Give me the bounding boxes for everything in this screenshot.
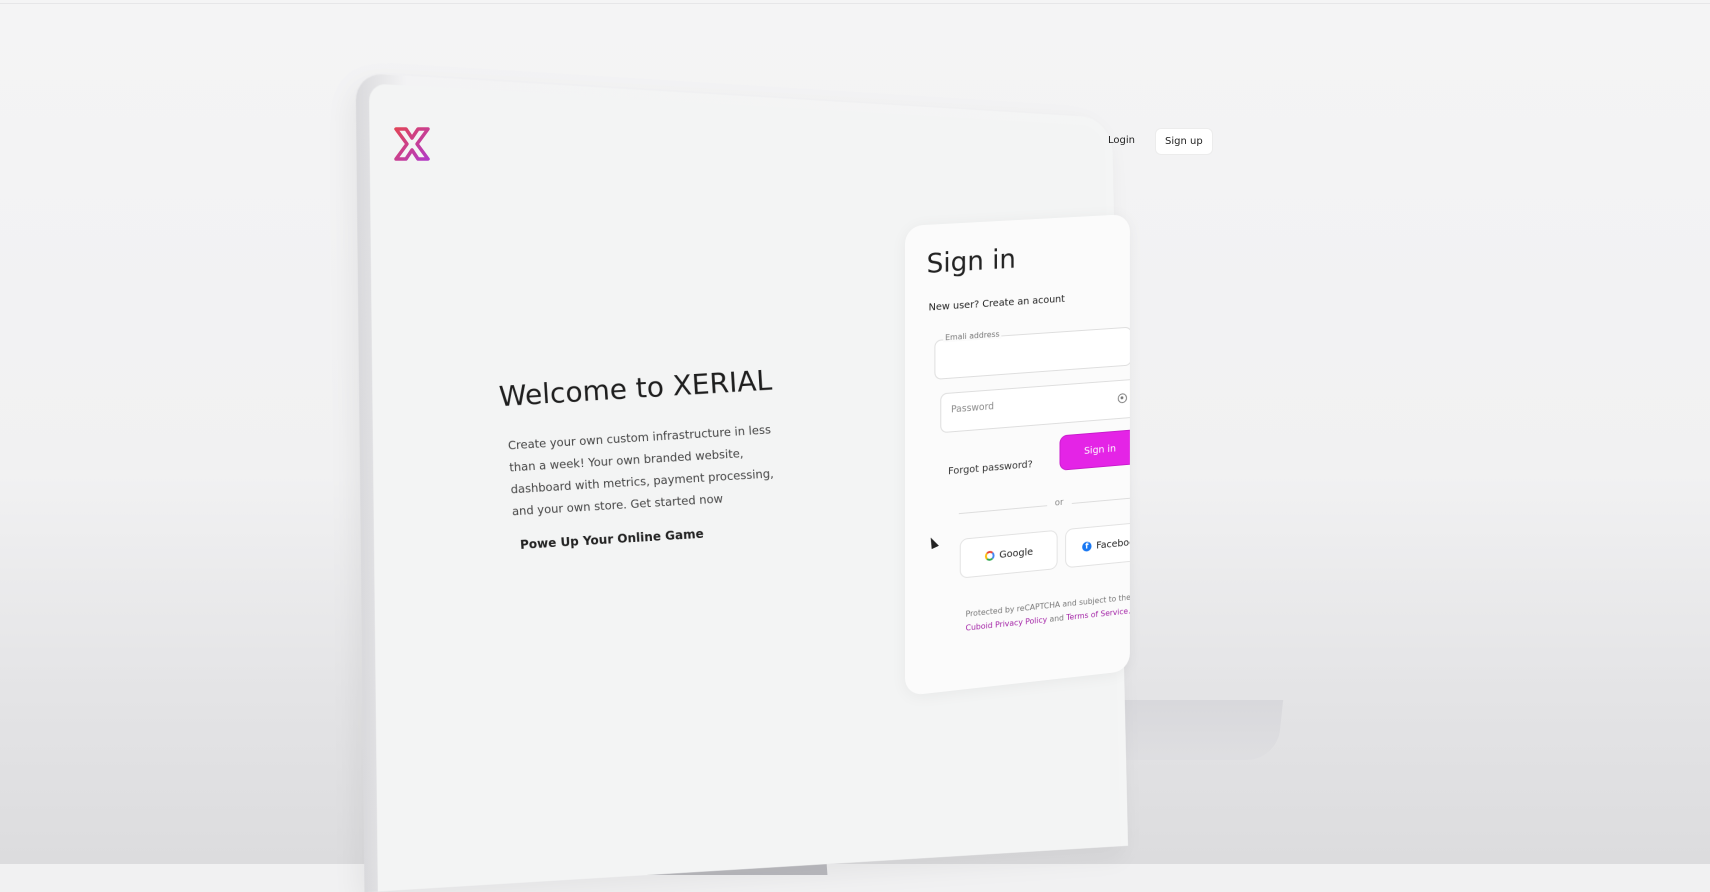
xerial-logo-icon[interactable] — [392, 126, 432, 162]
google-label: Google — [999, 546, 1034, 561]
email-input[interactable] — [943, 338, 1110, 364]
divider-or-text: or — [1054, 497, 1064, 509]
new-user-line: New user? Create an acount — [929, 294, 1065, 314]
google-signin-button[interactable]: Google — [959, 529, 1058, 579]
facebook-signin-button[interactable]: f Facebook — [1065, 520, 1130, 569]
divider-line-left — [958, 505, 1048, 515]
facebook-label: Facebook — [1096, 536, 1130, 552]
signin-title: Sign in — [926, 243, 1016, 280]
password-field[interactable] — [940, 378, 1130, 434]
or-divider: or — [958, 489, 1130, 519]
eye-icon[interactable] — [1117, 393, 1128, 404]
signin-button[interactable]: Sign in — [1059, 428, 1130, 471]
new-user-prefix: New user? — [928, 299, 980, 314]
nav-login-link[interactable]: Login — [1108, 135, 1135, 146]
facebook-icon: f — [1082, 541, 1092, 552]
nav-signup-button[interactable]: Sign up — [1155, 128, 1213, 155]
legal-and: and — [1049, 613, 1064, 624]
hero-description: Create your own custom infrastructure in… — [507, 422, 775, 519]
privacy-policy-link[interactable]: Cuboid Privacy Policy — [966, 615, 1048, 632]
terms-of-service-link[interactable]: Terms of Service. — [1066, 607, 1130, 622]
password-input[interactable] — [949, 391, 1115, 417]
divider-line-right — [1071, 495, 1130, 504]
legal-notice: Protected by reCAPTCHA and subject to th… — [966, 589, 1130, 636]
top-divider — [0, 3, 1710, 4]
create-account-link[interactable]: Create an acount — [982, 294, 1065, 310]
google-icon — [984, 550, 995, 562]
forgot-password-link[interactable]: Forgot password? — [948, 459, 1033, 477]
email-label: Emali address — [943, 329, 1002, 343]
signin-card: Sign in New user? Create an acount Emali… — [905, 214, 1130, 696]
email-field[interactable]: Emali address — [934, 326, 1130, 380]
hero-section: Welcome to XERIAL Create your own custom… — [498, 362, 808, 553]
